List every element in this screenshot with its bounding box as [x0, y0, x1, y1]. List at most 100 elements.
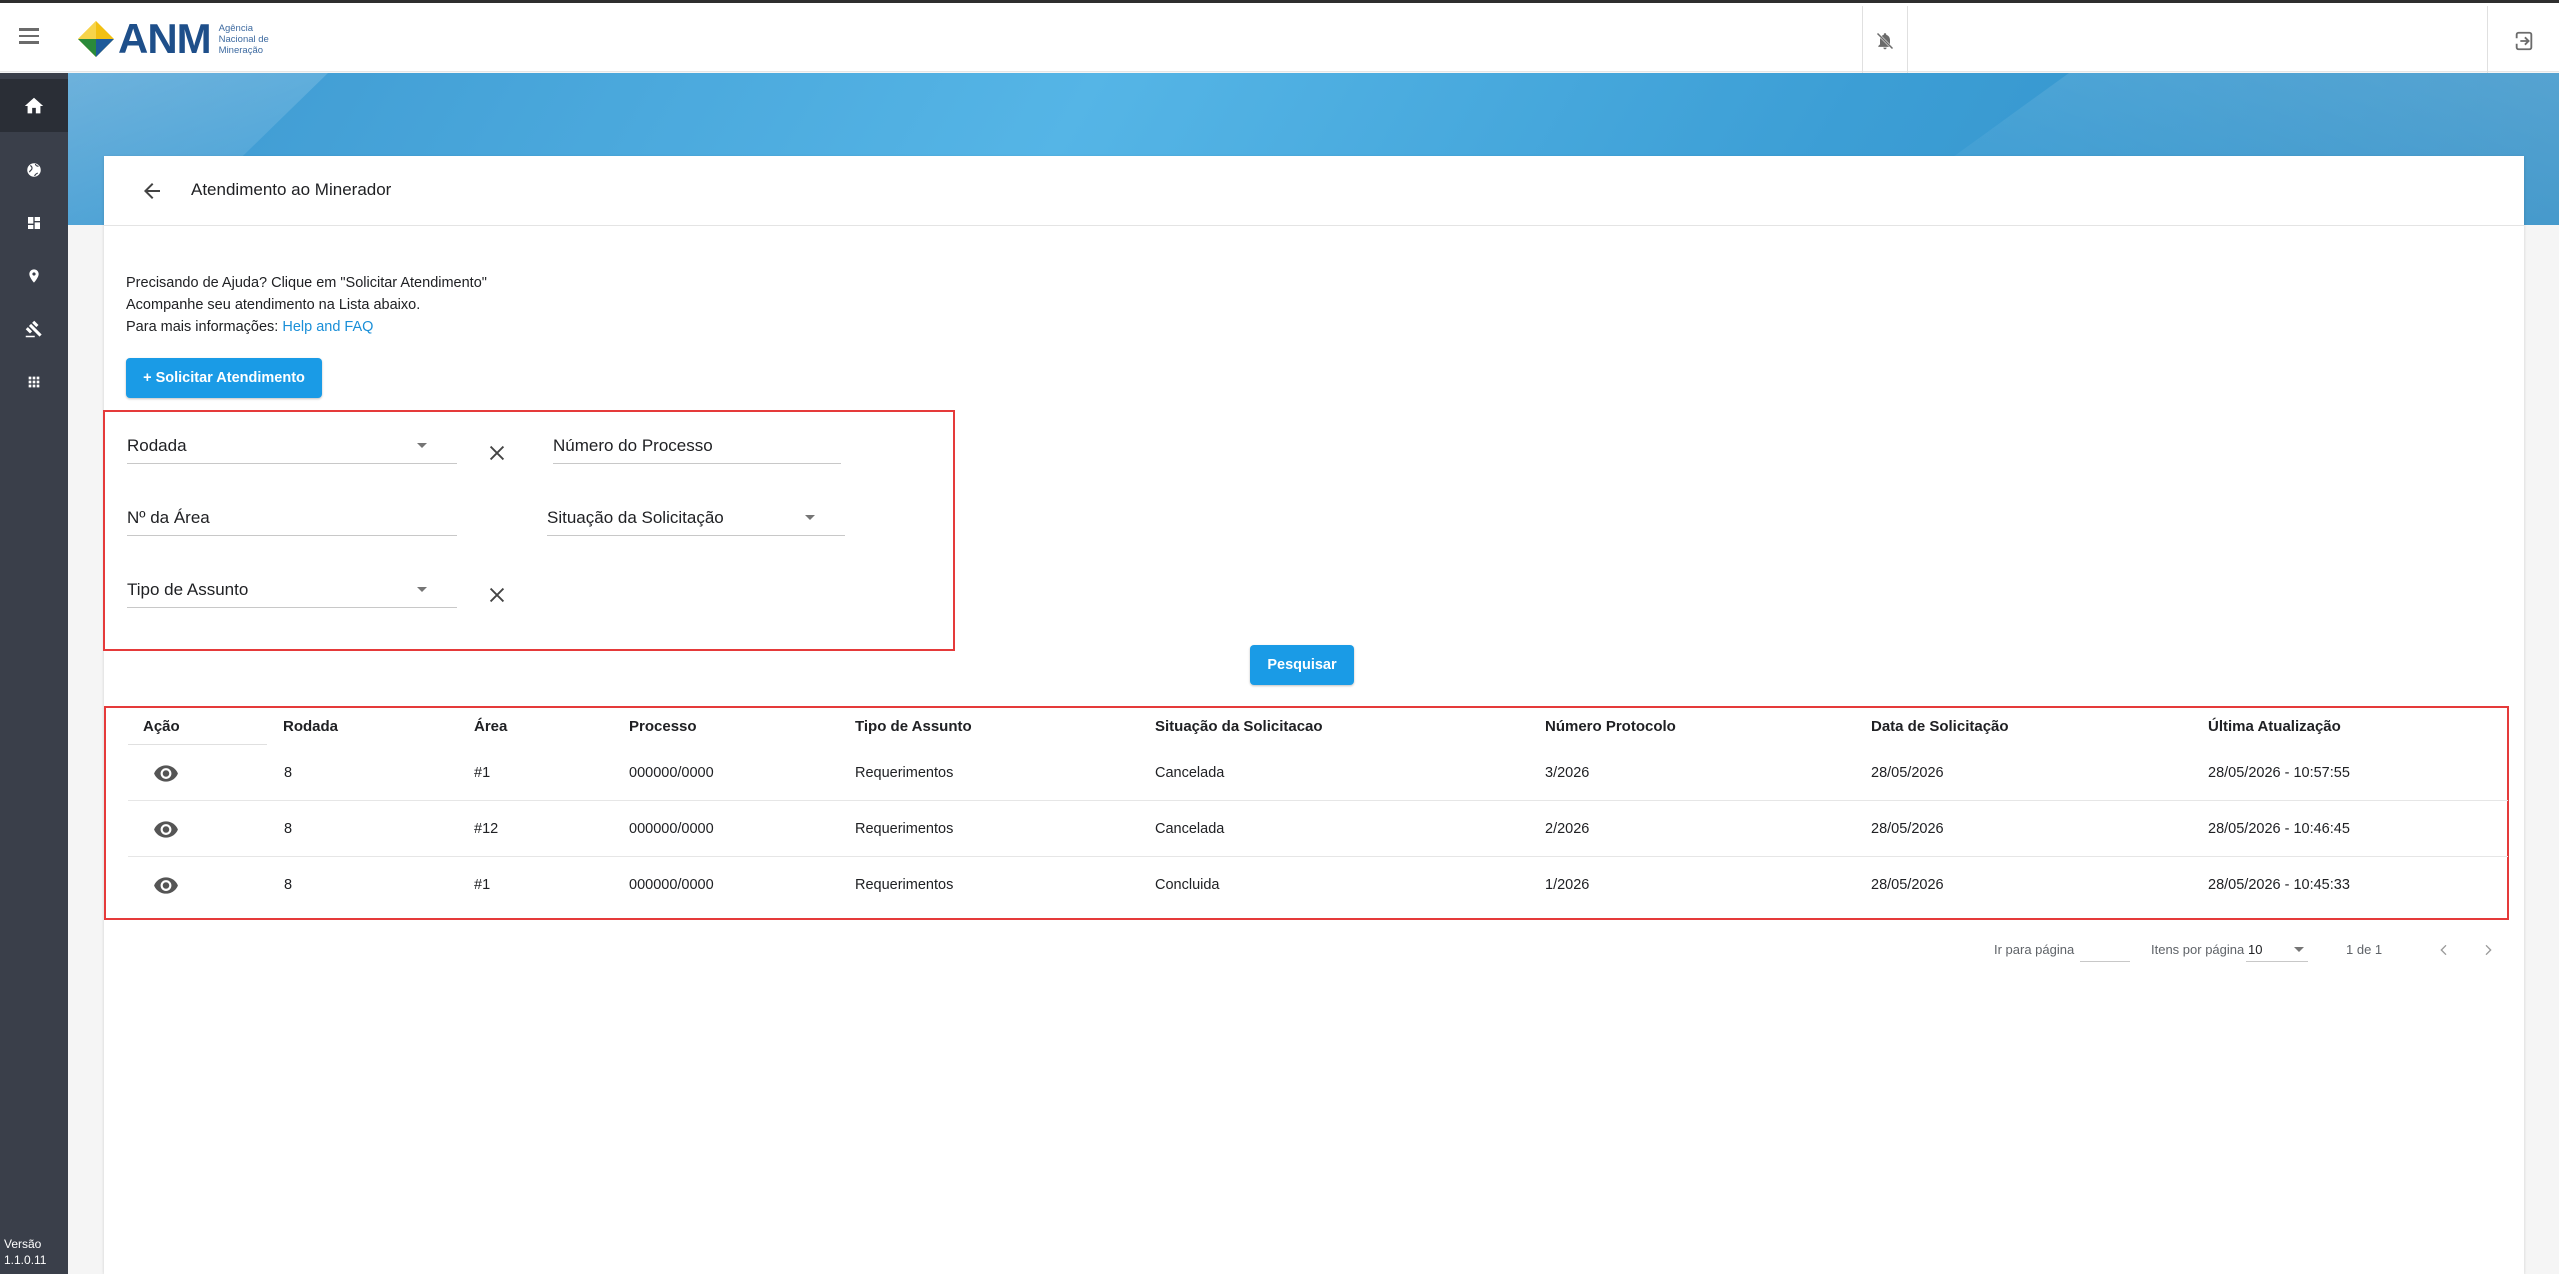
- numero-area-field[interactable]: Nº da Área: [127, 498, 457, 536]
- header-processo[interactable]: Processo: [629, 718, 697, 735]
- anm-logo[interactable]: ANM Agência Nacional de Mineração: [76, 15, 279, 62]
- view-eye-icon[interactable]: [153, 763, 179, 783]
- sidebar-item-apps[interactable]: [0, 355, 68, 408]
- items-per-page-value: 10: [2248, 942, 2263, 957]
- cell-rodada: 8: [284, 765, 293, 781]
- globe-icon: [27, 162, 41, 177]
- numero-area-label: Nº da Área: [127, 508, 210, 527]
- tipo-assunto-label: Tipo de Assunto: [127, 580, 249, 599]
- chevron-down-icon: [417, 587, 427, 592]
- cell-area: #12: [474, 821, 499, 837]
- cell-data: 28/05/2026: [1871, 765, 1944, 781]
- sidebar-item-home[interactable]: [0, 79, 68, 132]
- header-rodada[interactable]: Rodada: [283, 718, 338, 735]
- table-row[interactable]: 8 #1 000000/0000 Requerimentos Concluida…: [128, 857, 2508, 913]
- clear-rodada-icon[interactable]: [486, 442, 508, 464]
- chevron-down-icon: [805, 515, 815, 520]
- goto-page-input[interactable]: [2080, 936, 2130, 962]
- version-info: Versão 1.1.0.11: [4, 1236, 46, 1268]
- help-line-3-prefix: Para mais informações:: [126, 319, 283, 335]
- page-range: 1 de 1: [2346, 942, 2383, 957]
- sidebar-item-gavel[interactable]: [0, 302, 68, 355]
- main-card: Atendimento ao Minerador Precisando de A…: [103, 156, 2524, 1274]
- sidebar-item-dashboard[interactable]: [0, 196, 68, 249]
- chevron-down-icon: [417, 443, 427, 448]
- previous-page-button[interactable]: [2430, 936, 2458, 964]
- cell-rodada: 8: [284, 877, 293, 893]
- location-pin-icon: [29, 268, 39, 283]
- numero-processo-field[interactable]: Número do Processo: [553, 426, 841, 464]
- help-line-1: Precisando de Ajuda? Clique em "Solicita…: [126, 275, 487, 291]
- header-area[interactable]: Área: [474, 718, 507, 735]
- numero-processo-label: Número do Processo: [553, 436, 713, 455]
- cell-protocolo: 3/2026: [1545, 765, 1590, 781]
- notifications-button[interactable]: [1862, 6, 1908, 75]
- chevron-right-icon: [2485, 944, 2492, 956]
- cell-data: 28/05/2026: [1871, 877, 1944, 893]
- logout-button[interactable]: [2487, 6, 2559, 75]
- header-acao[interactable]: Ação: [143, 718, 180, 735]
- logout-icon: [2514, 31, 2532, 50]
- cell-situacao: Concluida: [1155, 877, 1220, 893]
- cell-rodada: 8: [284, 821, 293, 837]
- back-arrow-icon[interactable]: [140, 179, 164, 203]
- next-page-button[interactable]: [2474, 936, 2502, 964]
- situacao-select[interactable]: Situação da Solicitação: [547, 498, 845, 536]
- header-protocolo[interactable]: Número Protocolo: [1545, 718, 1676, 735]
- rodada-label: Rodada: [127, 436, 187, 455]
- view-eye-icon[interactable]: [153, 819, 179, 839]
- dashboard-icon: [28, 216, 40, 229]
- cell-area: #1: [474, 765, 491, 781]
- help-text: Precisando de Ajuda? Clique em "Solicita…: [126, 272, 487, 338]
- table-row[interactable]: 8 #12 000000/0000 Requerimentos Cancelad…: [128, 801, 2508, 857]
- page-title: Atendimento ao Minerador: [191, 180, 392, 199]
- help-line-2: Acompanhe seu atendimento na Lista abaix…: [126, 297, 421, 313]
- bell-off-icon: [1876, 32, 1894, 49]
- help-faq-link[interactable]: Help and FAQ: [282, 319, 373, 335]
- table-row[interactable]: 8 #1 000000/0000 Requerimentos Cancelada…: [128, 745, 2508, 801]
- results-table: Ação Rodada Área Processo Tipo de Assunt…: [104, 706, 2509, 920]
- card-header: Atendimento ao Minerador: [104, 156, 2524, 226]
- sidebar: Versão 1.1.0.11: [0, 73, 68, 1274]
- table-header: Ação Rodada Área Processo Tipo de Assunt…: [106, 708, 2507, 744]
- items-per-page-select[interactable]: 10: [2246, 936, 2308, 962]
- tipo-assunto-select[interactable]: Tipo de Assunto: [127, 570, 457, 608]
- cell-area: #1: [474, 877, 491, 893]
- filter-panel: Rodada Número do Processo Nº da Área Sit…: [103, 410, 955, 651]
- version-number: 1.1.0.11: [4, 1253, 47, 1267]
- hamburger-menu-icon[interactable]: [14, 21, 44, 51]
- home-icon: [24, 97, 44, 113]
- goto-page-label: Ir para página: [1994, 942, 2075, 957]
- view-eye-icon[interactable]: [153, 875, 179, 895]
- header-situacao[interactable]: Situação da Solicitacao: [1155, 718, 1323, 735]
- sidebar-item-globe[interactable]: [0, 143, 68, 196]
- help-line-3: Para mais informações: Help and FAQ: [126, 316, 487, 338]
- header-ultima-atualizacao[interactable]: Última Atualização: [2208, 718, 2341, 735]
- cell-data: 28/05/2026: [1871, 821, 1944, 837]
- rodada-select[interactable]: Rodada: [127, 426, 457, 464]
- header-data-solicitacao[interactable]: Data de Solicitação: [1871, 718, 2009, 735]
- pagination: Ir para página Itens por página 10 1 de …: [1994, 936, 2524, 966]
- cell-protocolo: 2/2026: [1545, 821, 1590, 837]
- header-tipo-assunto[interactable]: Tipo de Assunto: [855, 718, 972, 735]
- cell-tipo: Requerimentos: [855, 821, 954, 837]
- cell-processo: 000000/0000: [629, 821, 714, 837]
- gavel-icon: [25, 320, 42, 337]
- version-label: Versão: [4, 1237, 42, 1251]
- top-bar: ANM Agência Nacional de Mineração: [0, 3, 2559, 75]
- cell-atualizacao: 28/05/2026 - 10:45:33: [2208, 877, 2350, 893]
- logo-subtitle: Agência Nacional de Mineração: [218, 22, 269, 56]
- chevron-down-icon: [2294, 947, 2304, 952]
- cell-tipo: Requerimentos: [855, 765, 954, 781]
- logo-text: ANM: [118, 15, 212, 62]
- items-per-page-label: Itens por página: [2151, 942, 2245, 957]
- cell-processo: 000000/0000: [629, 765, 714, 781]
- clear-tipo-assunto-icon[interactable]: [486, 584, 508, 606]
- cell-situacao: Cancelada: [1155, 765, 1225, 781]
- request-service-button[interactable]: + Solicitar Atendimento: [126, 358, 322, 398]
- cell-atualizacao: 28/05/2026 - 10:57:55: [2208, 765, 2350, 781]
- search-button[interactable]: Pesquisar: [1250, 645, 1354, 685]
- situacao-label: Situação da Solicitação: [547, 508, 724, 527]
- chevron-left-icon: [2440, 944, 2447, 956]
- sidebar-item-location[interactable]: [0, 249, 68, 302]
